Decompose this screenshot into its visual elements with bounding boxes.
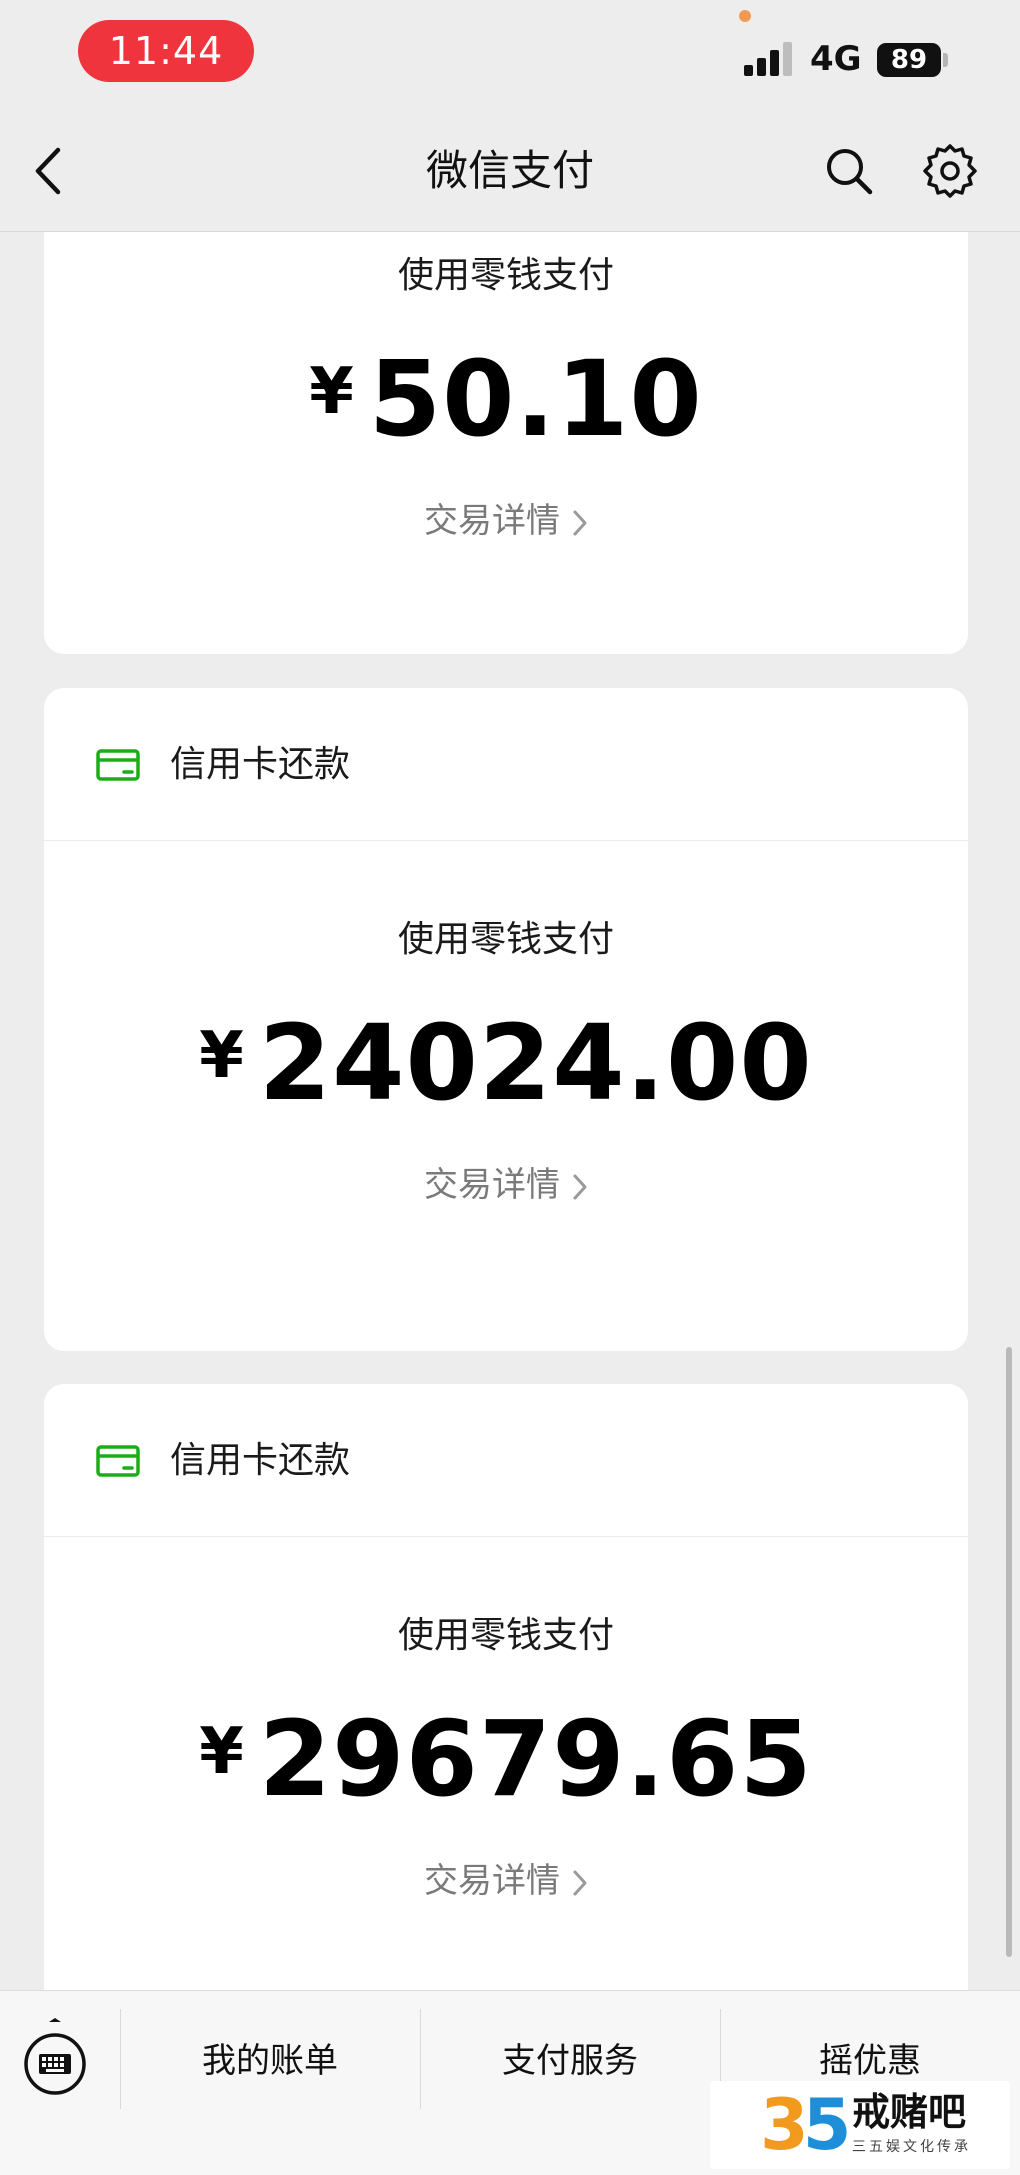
watermark-logo: 35 戒赌吧 三五娱文化传承 (710, 2081, 1010, 2169)
chevron-right-icon (573, 1174, 587, 1199)
pay-method-label: 使用零钱支付 (397, 919, 614, 960)
keyboard-toggle-button[interactable] (22, 2018, 88, 2102)
battery-level: 89 (877, 43, 941, 77)
transaction-list[interactable]: 使用零钱支付 ¥50.10 交易详情 信用卡还款 使用零钱支付 ¥24024.0… (0, 232, 1020, 1990)
transaction-card[interactable]: 使用零钱支付 ¥50.10 交易详情 (44, 232, 968, 654)
card-header: 信用卡还款 (44, 1384, 968, 1537)
transaction-card[interactable]: 信用卡还款 使用零钱支付 ¥29679.65 交易详情 (44, 1384, 968, 1990)
keyboard-icon (24, 2018, 86, 2095)
menu-payment-services[interactable]: 支付服务 (420, 1991, 720, 2131)
transaction-detail-link[interactable]: 交易详情 (44, 1163, 968, 1207)
chevron-left-icon (35, 147, 61, 195)
transaction-amount: ¥24024.00 (44, 1001, 968, 1118)
nav-bar: 微信支付 (0, 110, 1020, 232)
transaction-detail-link[interactable]: 交易详情 (44, 499, 968, 543)
currency-symbol: ¥ (199, 1715, 245, 1789)
chevron-right-icon (573, 1870, 587, 1895)
scrollbar[interactable] (1006, 1347, 1012, 1957)
signal-strength-icon (744, 42, 796, 76)
pay-method-label: 使用零钱支付 (397, 255, 614, 296)
currency-symbol: ¥ (309, 355, 355, 429)
status-bar: 11:44 4G 89 (0, 0, 1020, 110)
card-header: 信用卡还款 (44, 688, 968, 841)
transaction-detail-link[interactable]: 交易详情 (44, 1859, 968, 1903)
amount-value: 29679.65 (258, 1698, 813, 1820)
gear-icon (923, 144, 977, 198)
watermark-subtitle: 三五娱文化传承 (852, 2139, 971, 2155)
credit-card-icon (96, 1445, 140, 1477)
amount-value: 24024.00 (258, 1002, 813, 1124)
amount-value: 50.10 (368, 338, 703, 460)
menu-my-bills[interactable]: 我的账单 (120, 1991, 420, 2131)
transaction-type: 信用卡还款 (170, 1440, 351, 1481)
battery-cap-icon (943, 53, 948, 67)
watermark-name: 戒赌吧 (852, 2090, 967, 2134)
back-button[interactable] (28, 144, 68, 198)
credit-card-icon (96, 749, 140, 781)
detail-link-label: 交易详情 (424, 501, 560, 541)
watermark-logo-mark: 35 (760, 2084, 851, 2166)
detail-link-label: 交易详情 (424, 1861, 560, 1901)
status-time[interactable]: 11:44 (78, 20, 254, 82)
chevron-right-icon (573, 510, 587, 535)
transaction-card[interactable]: 信用卡还款 使用零钱支付 ¥24024.00 交易详情 (44, 688, 968, 1351)
search-icon (827, 149, 873, 195)
transaction-type: 信用卡还款 (170, 744, 351, 785)
search-button[interactable] (822, 144, 876, 198)
transaction-amount: ¥29679.65 (44, 1697, 968, 1814)
settings-button[interactable] (921, 142, 979, 200)
pay-method-label: 使用零钱支付 (397, 1615, 614, 1656)
privacy-indicator-dot (739, 10, 751, 22)
transaction-amount: ¥50.10 (44, 337, 968, 454)
network-type: 4G (810, 39, 862, 79)
detail-link-label: 交易详情 (424, 1165, 560, 1205)
currency-symbol: ¥ (199, 1019, 245, 1093)
